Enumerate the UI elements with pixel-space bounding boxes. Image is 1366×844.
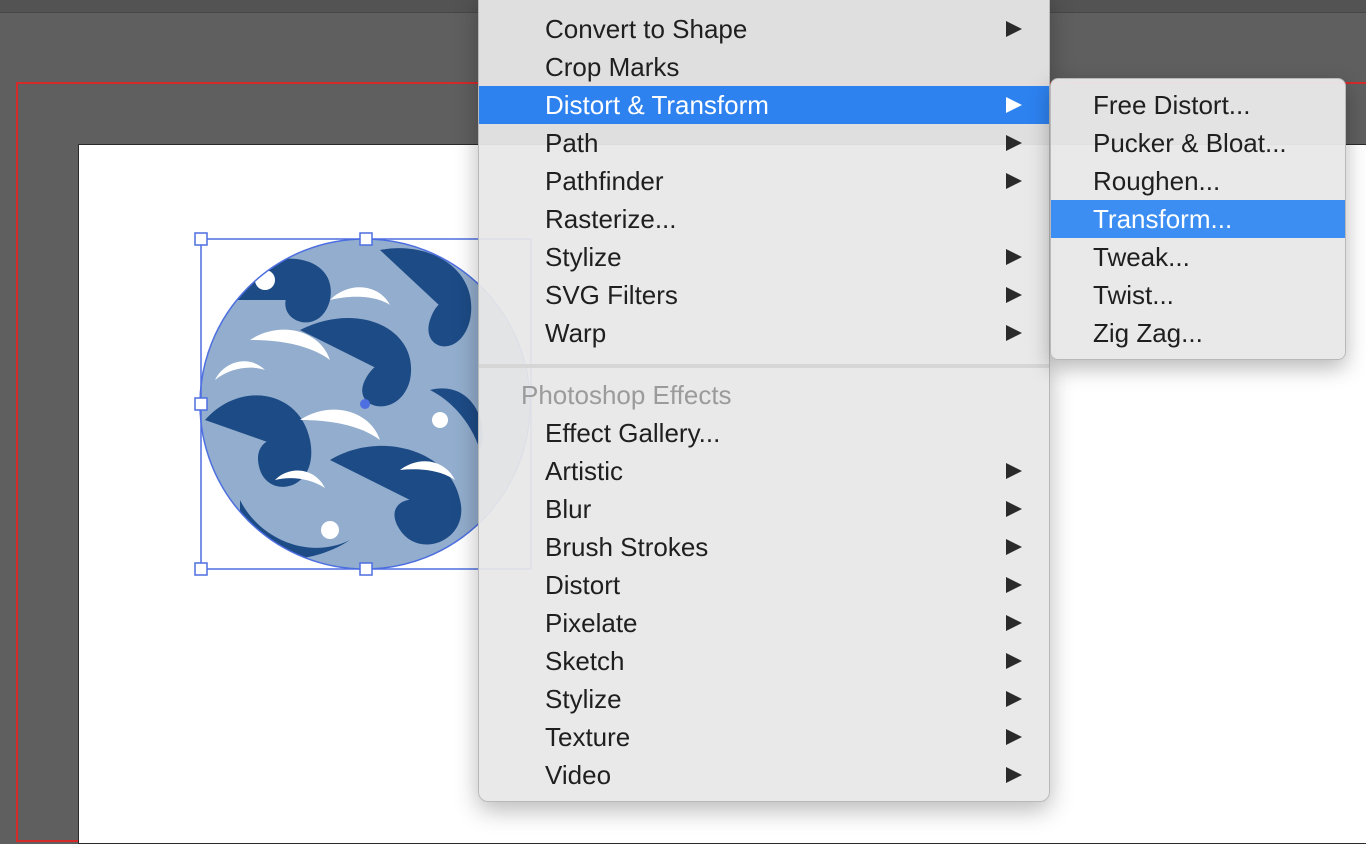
menu-item-pathfinder[interactable]: Pathfinder: [479, 162, 1049, 200]
menu-item-convert-to-shape[interactable]: Convert to Shape: [479, 10, 1049, 48]
submenu-item-twist[interactable]: Twist...: [1051, 276, 1345, 314]
distort-transform-submenu: Free Distort... Pucker & Bloat... Roughe…: [1050, 78, 1346, 360]
resize-handle: [359, 562, 373, 576]
photoshop-effects-header: Photoshop Effects: [521, 380, 732, 410]
menu-divider: [479, 364, 1049, 368]
submenu-arrow-icon: [1006, 249, 1022, 265]
submenu-arrow-icon: [1006, 173, 1022, 189]
submenu-item-pucker-bloat[interactable]: Pucker & Bloat...: [1051, 124, 1345, 162]
menu-item-pixelate[interactable]: Pixelate: [479, 604, 1049, 642]
submenu-arrow-icon: [1006, 615, 1022, 631]
menu-item-texture[interactable]: Texture: [479, 718, 1049, 756]
resize-handle: [194, 232, 208, 246]
submenu-arrow-icon: [1006, 577, 1022, 593]
menu-item-stylize[interactable]: Stylize: [479, 238, 1049, 276]
submenu-arrow-icon: [1006, 767, 1022, 783]
submenu-arrow-icon: [1006, 653, 1022, 669]
menu-item-brush-strokes[interactable]: Brush Strokes: [479, 528, 1049, 566]
menu-item-distort-transform[interactable]: Distort & Transform: [479, 86, 1049, 124]
submenu-arrow-icon: [1006, 691, 1022, 707]
submenu-arrow-icon: [1006, 463, 1022, 479]
menu-item-rasterize[interactable]: Rasterize...: [479, 200, 1049, 238]
submenu-arrow-icon: [1006, 325, 1022, 341]
menu-item-sketch[interactable]: Sketch: [479, 642, 1049, 680]
resize-handle: [194, 562, 208, 576]
submenu-arrow-icon: [1006, 21, 1022, 37]
menu-item-crop-marks[interactable]: Crop Marks: [479, 48, 1049, 86]
submenu-item-transform[interactable]: Transform...: [1051, 200, 1345, 238]
resize-handle: [359, 232, 373, 246]
menu-item-artistic[interactable]: Artistic: [479, 452, 1049, 490]
submenu-arrow-icon: [1006, 729, 1022, 745]
resize-handle: [194, 397, 208, 411]
submenu-arrow-icon: [1006, 135, 1022, 151]
menu-item-warp[interactable]: Warp: [479, 314, 1049, 352]
menu-item-effect-gallery[interactable]: Effect Gallery...: [479, 414, 1049, 452]
menu-item-photoshop-stylize[interactable]: Stylize: [479, 680, 1049, 718]
submenu-arrow-icon: [1006, 501, 1022, 517]
center-point: [360, 399, 370, 409]
submenu-arrow-icon: [1006, 539, 1022, 555]
submenu-item-tweak[interactable]: Tweak...: [1051, 238, 1345, 276]
effect-menu: Convert to Shape Crop Marks Distort & Tr…: [478, 0, 1050, 802]
menu-item-video[interactable]: Video: [479, 756, 1049, 794]
submenu-item-free-distort[interactable]: Free Distort...: [1051, 86, 1345, 124]
menu-item-distort[interactable]: Distort: [479, 566, 1049, 604]
submenu-item-roughen[interactable]: Roughen...: [1051, 162, 1345, 200]
menu-item-svg-filters[interactable]: SVG Filters: [479, 276, 1049, 314]
submenu-arrow-icon: [1006, 97, 1022, 113]
submenu-item-zig-zag[interactable]: Zig Zag...: [1051, 314, 1345, 352]
submenu-arrow-icon: [1006, 287, 1022, 303]
menu-item-blur[interactable]: Blur: [479, 490, 1049, 528]
menu-item-path[interactable]: Path: [479, 124, 1049, 162]
